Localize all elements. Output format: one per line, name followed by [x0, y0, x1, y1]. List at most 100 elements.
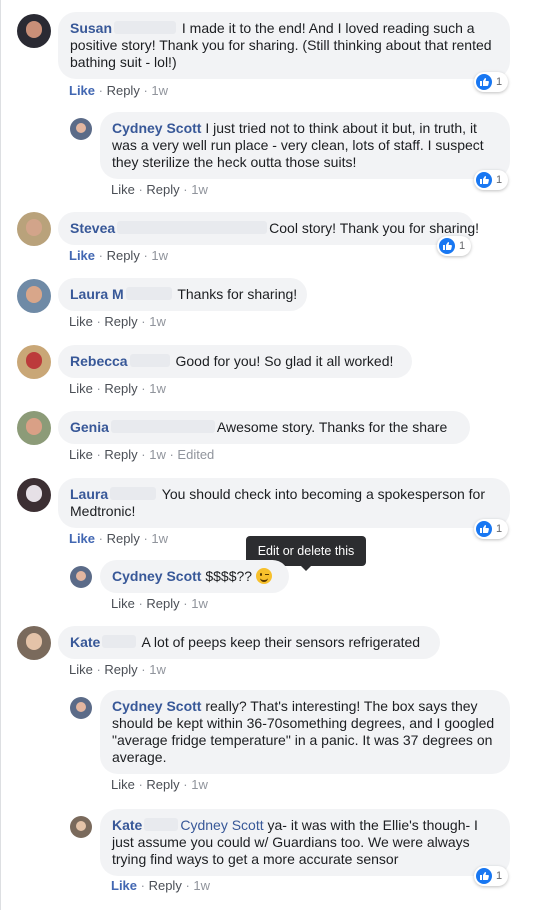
like-link[interactable]: Like — [111, 596, 135, 611]
redacted-surname — [110, 487, 157, 500]
reply-link[interactable]: Reply — [104, 314, 137, 329]
commenter-name[interactable]: Laura — [70, 486, 108, 502]
comment-actions: Like · Reply · 1w — [69, 83, 169, 98]
reaction-count[interactable]: 1 — [474, 519, 509, 539]
comment-bubble: Stevea Cool story! Thank you for sharing! — [58, 212, 479, 245]
comment-text: Cool story! Thank you for sharing! — [269, 220, 479, 236]
timestamp[interactable]: 1w — [191, 596, 208, 611]
commenter-name[interactable]: Genia — [70, 419, 109, 435]
thumbs-up-icon — [476, 172, 492, 188]
tooltip-arrow — [301, 566, 311, 571]
commenter-name[interactable]: Stevea — [70, 220, 115, 236]
comment-text: Thanks for sharing! — [173, 286, 298, 302]
redacted-surname — [144, 818, 179, 831]
comment-bubble: Cydney Scott $$$$?? — [100, 560, 289, 593]
comment-bubble: Cydney Scott really? That's interesting!… — [100, 690, 510, 774]
timestamp[interactable]: 1w — [149, 381, 166, 396]
comment-actions: Like · Reply · 1w — [111, 596, 208, 611]
reply-link[interactable]: Reply — [104, 447, 137, 462]
commenter-name[interactable]: Cydney Scott — [112, 568, 201, 584]
avatar[interactable] — [17, 478, 51, 512]
timestamp[interactable]: 1w — [151, 248, 168, 263]
timestamp[interactable]: 1w — [151, 83, 168, 98]
reaction-count[interactable]: 1 — [474, 72, 509, 92]
edited-label[interactable]: Edited — [177, 447, 214, 462]
comment-actions: Like · Reply · 1w — [69, 381, 166, 396]
timestamp[interactable]: 1w — [191, 777, 208, 792]
avatar[interactable] — [17, 411, 51, 445]
thumbs-up-icon — [476, 868, 492, 884]
comment-actions: Like · Reply · 1w — [69, 314, 166, 329]
comment-actions: Like · Reply · 1w — [111, 777, 208, 792]
commenter-name[interactable]: Kate — [112, 817, 142, 833]
left-border — [0, 0, 1, 910]
avatar[interactable] — [70, 816, 92, 838]
avatar[interactable] — [17, 626, 51, 660]
reaction-count[interactable]: 1 — [474, 170, 509, 190]
reply-link[interactable]: Reply — [149, 878, 182, 893]
like-link[interactable]: Like — [111, 777, 135, 792]
reply-link[interactable]: Reply — [107, 83, 140, 98]
avatar[interactable] — [17, 14, 51, 48]
comment-bubble: Rebecca Good for you! So glad it all wor… — [58, 345, 412, 378]
timestamp[interactable]: 1w — [149, 447, 166, 462]
comment-text: Good for you! So glad it all worked! — [171, 353, 394, 369]
timestamp[interactable]: 1w — [193, 878, 210, 893]
comment-actions: Like · Reply · 1w · Edited — [69, 447, 215, 462]
avatar[interactable] — [70, 118, 92, 140]
comment-bubble: Cydney Scott I just tried not to think a… — [100, 112, 510, 179]
commenter-name[interactable]: Cydney Scott — [112, 698, 201, 714]
mention-link[interactable]: Cydney Scott — [180, 817, 263, 833]
commenter-name[interactable]: Laura M — [70, 286, 124, 302]
commenter-name[interactable]: Kate — [70, 634, 100, 650]
comment-actions: Like · Reply · 1w — [69, 531, 169, 546]
avatar[interactable] — [70, 566, 92, 588]
comment-text: Awesome story. Thanks for the share — [216, 419, 448, 435]
like-link[interactable]: Like — [69, 314, 93, 329]
reply-link[interactable]: Reply — [104, 381, 137, 396]
redacted-surname — [129, 354, 170, 367]
like-link[interactable]: Like — [111, 878, 137, 893]
comment-bubble: Laura M Thanks for sharing! — [58, 278, 307, 311]
avatar[interactable] — [70, 697, 92, 719]
comment-bubble: Susan I made it to the end! And I loved … — [58, 12, 510, 79]
reaction-count[interactable]: 1 — [474, 866, 509, 886]
commenter-name[interactable]: Susan — [70, 20, 112, 36]
reply-link[interactable]: Reply — [146, 182, 179, 197]
like-link[interactable]: Like — [69, 531, 95, 546]
like-link[interactable]: Like — [69, 83, 95, 98]
avatar[interactable] — [17, 212, 51, 246]
winking-face-icon — [255, 568, 272, 584]
thumbs-up-icon — [476, 74, 492, 90]
commenter-name[interactable]: Rebecca — [70, 353, 128, 369]
reply-link[interactable]: Reply — [107, 531, 140, 546]
like-link[interactable]: Like — [69, 662, 93, 677]
comment-bubble: Genia Awesome story. Thanks for the share — [58, 411, 470, 444]
comment-text: $$$$?? — [201, 568, 256, 584]
redacted-surname — [110, 420, 215, 433]
reply-link[interactable]: Reply — [107, 248, 140, 263]
redacted-surname — [102, 635, 137, 648]
comment-actions: Like · Reply · 1w — [111, 878, 211, 893]
timestamp[interactable]: 1w — [149, 314, 166, 329]
timestamp[interactable]: 1w — [149, 662, 166, 677]
like-link[interactable]: Like — [69, 381, 93, 396]
comment-actions: Like · Reply · 1w — [69, 248, 169, 263]
commenter-name[interactable]: Cydney Scott — [112, 120, 201, 136]
reaction-count[interactable]: 1 — [437, 236, 472, 256]
avatar[interactable] — [17, 345, 51, 379]
like-link[interactable]: Like — [69, 447, 93, 462]
comment-actions: Like · Reply · 1w — [111, 182, 208, 197]
comment-bubble: Kate Cydney Scott ya- it was with the Ell… — [100, 809, 510, 876]
like-link[interactable]: Like — [69, 248, 95, 263]
reply-link[interactable]: Reply — [146, 596, 179, 611]
comment-actions: Like · Reply · 1w — [69, 662, 166, 677]
timestamp[interactable]: 1w — [151, 531, 168, 546]
comment-bubble: Kate A lot of peeps keep their sensors r… — [58, 626, 440, 659]
timestamp[interactable]: 1w — [191, 182, 208, 197]
avatar[interactable] — [17, 279, 51, 313]
reply-link[interactable]: Reply — [146, 777, 179, 792]
reply-link[interactable]: Reply — [104, 662, 137, 677]
like-link[interactable]: Like — [111, 182, 135, 197]
redacted-surname — [117, 221, 268, 234]
